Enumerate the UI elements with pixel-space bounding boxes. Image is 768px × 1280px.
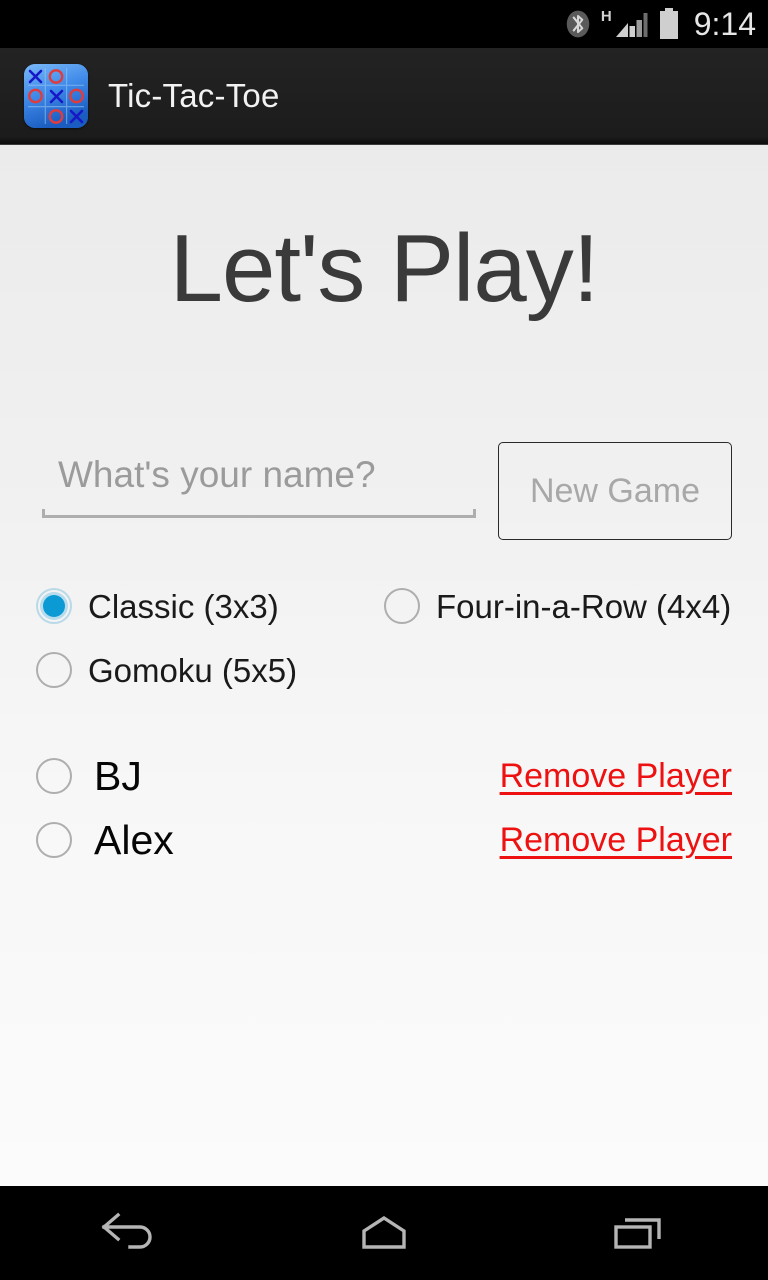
action-bar: Tic-Tac-Toe [0, 48, 768, 145]
game-mode-row-2: Gomoku (5x5) [36, 638, 732, 702]
remove-player-link[interactable]: Remove Player [500, 759, 732, 793]
network-type-label: H [600, 8, 612, 25]
input-underline [42, 509, 476, 518]
player-select-alex[interactable]: Alex [36, 816, 500, 863]
remove-player-link[interactable]: Remove Player [500, 823, 732, 857]
radio-button-four-in-a-row[interactable] [384, 588, 420, 624]
new-game-button[interactable]: New Game [498, 442, 732, 540]
android-screen: H 9:14 Tic-Tac-Toe Let's Play! What's yo… [0, 0, 768, 1280]
player-name-label: Alex [94, 816, 174, 863]
radio-label-gomoku: Gomoku (5x5) [88, 651, 298, 689]
nav-recents-button[interactable] [580, 1186, 700, 1280]
player-name-input[interactable] [36, 442, 482, 514]
name-field-wrapper [36, 442, 482, 530]
nav-back-button[interactable] [68, 1186, 188, 1280]
main-content: Let's Play! New Game Classic (3x3) Four-… [0, 145, 768, 1186]
page-title: Let's Play! [169, 215, 600, 322]
status-bar-clock: 9:14 [693, 6, 756, 42]
status-bar: H 9:14 [0, 0, 768, 48]
radio-option-classic[interactable]: Classic (3x3) [36, 588, 384, 624]
recents-icon [608, 1211, 672, 1255]
player-select-bj[interactable]: BJ [36, 752, 500, 799]
app-title: Tic-Tac-Toe [108, 77, 280, 114]
name-entry-row: New Game [36, 442, 732, 540]
radio-button-classic[interactable] [36, 588, 72, 624]
player-row: Alex Remove Player [36, 808, 732, 872]
player-list: BJ Remove Player Alex Remove Player [36, 744, 732, 872]
radio-label-four-in-a-row: Four-in-a-Row (4x4) [436, 587, 732, 625]
navigation-bar [0, 1186, 768, 1280]
signal-bars-icon [615, 13, 648, 37]
tic-tac-toe-app-icon [24, 64, 88, 128]
radio-option-four-in-a-row[interactable]: Four-in-a-Row (4x4) [384, 588, 731, 624]
game-mode-row-1: Classic (3x3) Four-in-a-Row (4x4) [36, 574, 732, 638]
radio-button-gomoku[interactable] [36, 652, 72, 688]
signal-indicator: H [601, 9, 648, 39]
player-row: BJ Remove Player [36, 744, 732, 808]
radio-option-gomoku[interactable]: Gomoku (5x5) [36, 652, 384, 688]
radio-button-player-bj[interactable] [36, 758, 72, 794]
game-mode-radio-group: Classic (3x3) Four-in-a-Row (4x4) Gomoku… [36, 574, 732, 702]
status-icons: H 9:14 [565, 7, 756, 41]
radio-button-player-alex[interactable] [36, 822, 72, 858]
home-icon [352, 1211, 416, 1255]
battery-icon [658, 8, 680, 40]
player-name-label: BJ [94, 752, 142, 799]
radio-label-classic: Classic (3x3) [88, 587, 279, 625]
nav-home-button[interactable] [324, 1186, 444, 1280]
back-icon [96, 1211, 160, 1255]
bluetooth-icon [565, 9, 591, 39]
